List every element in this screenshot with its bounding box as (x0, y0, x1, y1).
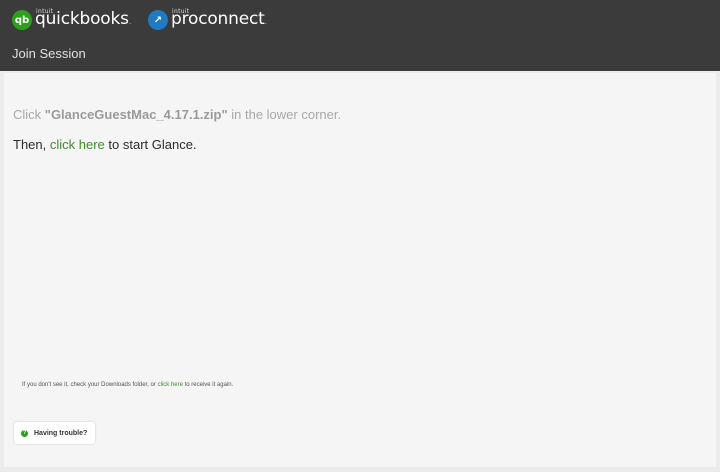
footnote-prefix: If you don't see it, check your Download… (22, 382, 158, 388)
quickbooks-intuit-label: intuit (36, 7, 54, 15)
download-instruction-prefix: Click (13, 107, 45, 122)
start-instruction-suffix: to start Glance. (104, 137, 197, 152)
downloads-footnote: If you don't see it, check your Download… (22, 382, 233, 388)
having-trouble-button[interactable]: ? Having trouble? (14, 422, 96, 444)
quickbooks-wordmark: intuit quickbooks. (35, 8, 132, 32)
start-instruction: Then, click here to start Glance. (13, 137, 197, 152)
having-trouble-label: Having trouble? (34, 429, 88, 437)
proconnect-logo: ↗ intuit proconnect. (148, 6, 267, 34)
content-panel: Click "GlanceGuestMac_4.17.1.zip" in the… (4, 73, 716, 467)
proconnect-logo-icon: ↗ (148, 10, 168, 30)
download-instruction: Click "GlanceGuestMac_4.17.1.zip" in the… (13, 107, 341, 122)
download-instruction-suffix: in the lower corner. (227, 107, 342, 122)
page: qb intuit quickbooks. ↗ intuit proconnect.… (0, 0, 720, 472)
start-instruction-prefix: Then, (13, 137, 50, 152)
header-bar: qb intuit quickbooks. ↗ intuit proconnect.… (0, 0, 720, 71)
download-filename: "GlanceGuestMac_4.17.1.zip" (44, 107, 228, 122)
proconnect-wordmark: intuit proconnect. (171, 8, 268, 32)
quickbooks-logo: qb intuit quickbooks. (12, 6, 131, 34)
proconnect-trademark-dot: . (264, 16, 268, 26)
quickbooks-logo-icon: qb (12, 10, 32, 30)
quickbooks-trademark-dot: . (128, 16, 132, 26)
start-glance-link[interactable]: click here (50, 137, 105, 152)
page-subtitle: Join Session (12, 46, 86, 61)
help-icon: ? (21, 429, 28, 437)
resend-download-link[interactable]: click here (158, 382, 183, 388)
proconnect-intuit-label: intuit (172, 7, 190, 15)
footnote-suffix: to receive it again. (182, 382, 234, 388)
